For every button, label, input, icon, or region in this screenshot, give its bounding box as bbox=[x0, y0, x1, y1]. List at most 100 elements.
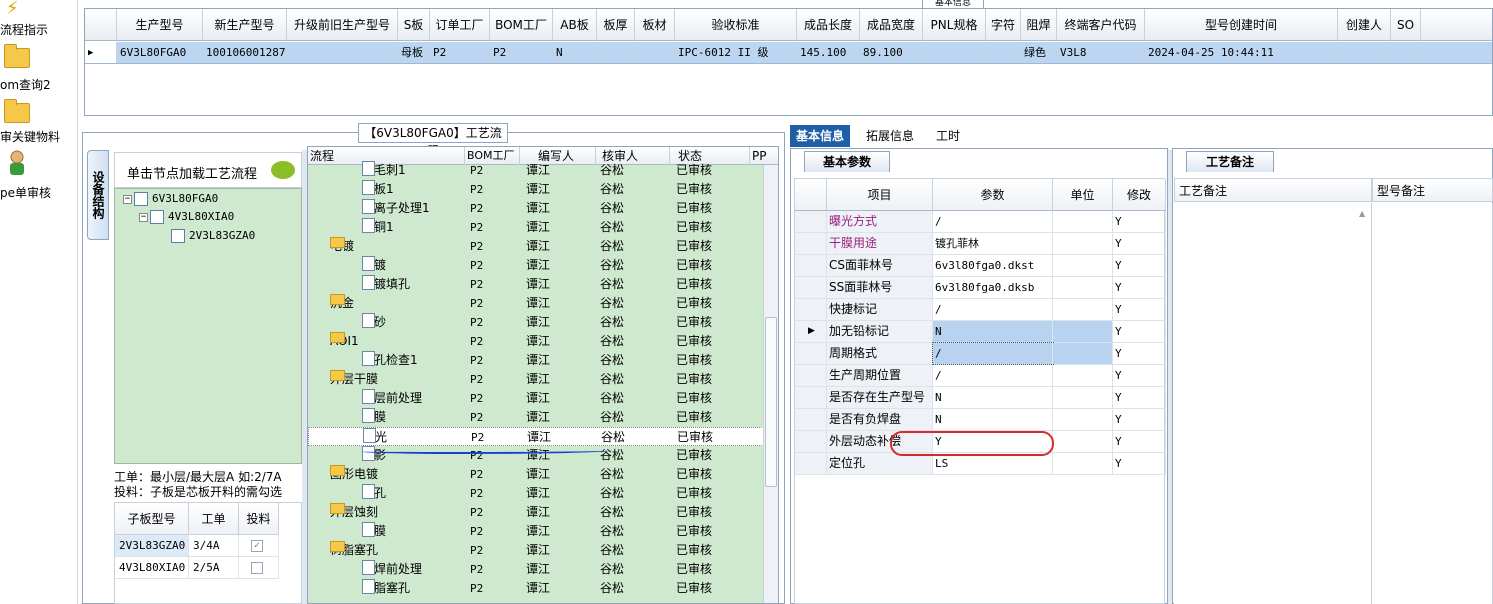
cell[interactable]: ✓ bbox=[239, 535, 279, 557]
col-header[interactable]: BOM工厂 bbox=[490, 9, 553, 40]
row-indicator[interactable] bbox=[795, 365, 827, 386]
cell[interactable]: 母板 bbox=[398, 42, 430, 63]
col-header[interactable]: 板厚 bbox=[597, 9, 635, 40]
row-indicator[interactable] bbox=[795, 299, 827, 320]
param-mod[interactable]: Y bbox=[1113, 255, 1166, 276]
cell[interactable] bbox=[1391, 42, 1421, 63]
cell[interactable]: IPC-6012 II 级 bbox=[675, 42, 797, 63]
model-memo-textarea[interactable] bbox=[1372, 203, 1493, 604]
tree-node[interactable]: − 6V3L80FGA0 bbox=[123, 192, 218, 206]
collapse-icon[interactable]: − bbox=[123, 194, 132, 204]
scroll-up-icon[interactable]: ▲ bbox=[1359, 209, 1369, 219]
param-value[interactable]: 6v3l80fga0.dkst bbox=[933, 255, 1053, 276]
param-mod[interactable]: Y bbox=[1113, 409, 1166, 430]
param-unit[interactable] bbox=[1053, 299, 1113, 320]
row-indicator[interactable] bbox=[795, 233, 827, 254]
cell[interactable]: V3L8 bbox=[1057, 42, 1145, 63]
row-indicator[interactable] bbox=[795, 453, 827, 474]
cell[interactable] bbox=[597, 42, 635, 63]
row-indicator[interactable] bbox=[795, 387, 827, 408]
param-row[interactable]: 是否有负焊盘 N Y bbox=[795, 409, 1166, 431]
row-indicator[interactable] bbox=[795, 343, 827, 364]
param-row[interactable]: 快捷标记 / Y bbox=[795, 299, 1166, 321]
col-header[interactable]: 板材 bbox=[635, 9, 675, 40]
cell[interactable] bbox=[1338, 42, 1391, 63]
collapse-icon[interactable]: − bbox=[139, 212, 148, 222]
vertical-tab-device-structure[interactable]: 设备结构 bbox=[87, 150, 109, 240]
col-header[interactable]: 升级前旧生产型号 bbox=[287, 9, 398, 40]
col-header[interactable]: 生产型号 bbox=[117, 9, 203, 40]
cell[interactable] bbox=[239, 557, 279, 579]
col-header[interactable]: 项目 bbox=[827, 179, 933, 211]
col-header[interactable]: 验收标准 bbox=[675, 9, 797, 40]
cell[interactable] bbox=[923, 42, 986, 63]
param-value[interactable]: / bbox=[932, 342, 1054, 365]
tab-extended-info[interactable]: 拓展信息 bbox=[860, 125, 920, 147]
param-unit[interactable] bbox=[1053, 409, 1113, 430]
process-row[interactable]: 树脂塞孔 P2 谭江 谷松 已审核 bbox=[308, 579, 764, 598]
cell[interactable]: 145.100 bbox=[797, 42, 860, 63]
row-indicator[interactable]: ▶ bbox=[795, 321, 827, 342]
process-row[interactable]: 喷砂 P2 谭江 谷松 已审核 bbox=[308, 313, 764, 332]
col-header[interactable]: 型号备注 bbox=[1372, 178, 1493, 202]
col-header[interactable]: 创建人 bbox=[1338, 9, 1391, 40]
param-row[interactable]: CS面菲林号 6v3l80fga0.dkst Y bbox=[795, 255, 1166, 277]
feed-checkbox-checked[interactable]: ✓ bbox=[251, 540, 263, 552]
param-row[interactable]: 周期格式 / Y bbox=[795, 342, 1166, 365]
col-header[interactable]: 成品长度 bbox=[797, 9, 860, 40]
param-value[interactable]: N bbox=[933, 409, 1053, 430]
param-unit[interactable] bbox=[1053, 365, 1113, 386]
col-header[interactable]: 单位 bbox=[1053, 179, 1113, 211]
param-row[interactable]: 干膜用途 镀孔菲林 Y bbox=[795, 233, 1166, 255]
row-indicator[interactable] bbox=[795, 255, 827, 276]
feed-checkbox[interactable] bbox=[251, 562, 263, 574]
cell[interactable] bbox=[986, 42, 1021, 63]
param-value[interactable]: LS bbox=[933, 453, 1053, 474]
process-row[interactable]: −AOI1 P2 谭江 谷松 已审核 bbox=[308, 332, 764, 351]
tree-node[interactable]: − 4V3L80XIA0 bbox=[139, 210, 234, 224]
launcher-item-process[interactable]: ⚡ 流程指示 bbox=[0, 0, 78, 38]
tab-basic-params[interactable]: 基本参数 bbox=[804, 151, 890, 172]
process-row[interactable]: 去毛刺1 P2 谭江 谷松 已审核 bbox=[308, 161, 764, 180]
process-scrollbar[interactable] bbox=[763, 165, 778, 603]
param-row[interactable]: SS面菲林号 6v3l80fga0.dksb Y bbox=[795, 277, 1166, 299]
process-row[interactable]: 阻焊前处理 P2 谭江 谷松 已审核 bbox=[308, 560, 764, 579]
col-header[interactable]: AB板 bbox=[553, 9, 597, 40]
param-mod[interactable]: Y bbox=[1113, 365, 1166, 386]
cell[interactable]: N bbox=[553, 42, 597, 63]
cell[interactable]: P2 bbox=[490, 42, 553, 63]
col-header[interactable]: 子板型号 bbox=[115, 503, 189, 535]
param-row[interactable]: 曝光方式 / Y bbox=[795, 211, 1166, 233]
col-header[interactable]: 修改 bbox=[1113, 179, 1166, 211]
process-row[interactable]: 盲孔检查1 P2 谭江 谷松 已审核 bbox=[308, 351, 764, 370]
process-row[interactable]: −树脂塞孔 P2 谭江 谷松 已审核 bbox=[308, 541, 764, 560]
param-unit[interactable] bbox=[1053, 431, 1113, 452]
process-row[interactable]: 沉铜1 P2 谭江 谷松 已审核 bbox=[308, 218, 764, 237]
col-header[interactable]: SO bbox=[1391, 9, 1421, 40]
col-header[interactable]: 字符 bbox=[986, 9, 1021, 40]
param-mod[interactable]: Y bbox=[1113, 343, 1166, 364]
cell[interactable]: 绿色 bbox=[1021, 42, 1057, 63]
process-row[interactable]: 镀孔 P2 谭江 谷松 已审核 bbox=[308, 484, 764, 503]
param-unit[interactable] bbox=[1053, 453, 1113, 474]
col-header[interactable]: 参数 bbox=[933, 179, 1053, 211]
cell[interactable]: 4V3L80XIA0 bbox=[115, 557, 189, 579]
param-unit[interactable] bbox=[1053, 211, 1113, 232]
param-value[interactable]: N bbox=[933, 387, 1053, 408]
param-unit[interactable] bbox=[1053, 387, 1113, 408]
param-mod[interactable]: Y bbox=[1113, 299, 1166, 320]
param-row[interactable]: 是否存在生产型号 N Y bbox=[795, 387, 1166, 409]
cell[interactable]: 10010600128717 bbox=[203, 42, 287, 63]
model-grid-row[interactable]: ▶ 6V3L80FGA0 10010600128717 母板 P2 P2 N I… bbox=[85, 42, 1492, 64]
col-header[interactable]: 订单工厂 bbox=[430, 9, 490, 40]
param-unit[interactable] bbox=[1053, 255, 1113, 276]
param-unit[interactable] bbox=[1053, 277, 1113, 298]
process-row[interactable]: 电镀填孔 P2 谭江 谷松 已审核 bbox=[308, 275, 764, 294]
param-row[interactable]: ▶ 加无铅标记 N Y bbox=[795, 321, 1166, 343]
cell[interactable]: 2/5A bbox=[189, 557, 239, 579]
param-value[interactable]: 镀孔菲林 bbox=[933, 233, 1053, 254]
param-unit[interactable] bbox=[1053, 343, 1113, 364]
param-mod[interactable]: Y bbox=[1113, 321, 1166, 342]
process-row[interactable]: 等离子处理1 P2 谭江 谷松 已审核 bbox=[308, 199, 764, 218]
process-row[interactable]: −外层蚀刻 P2 谭江 谷松 已审核 bbox=[308, 503, 764, 522]
